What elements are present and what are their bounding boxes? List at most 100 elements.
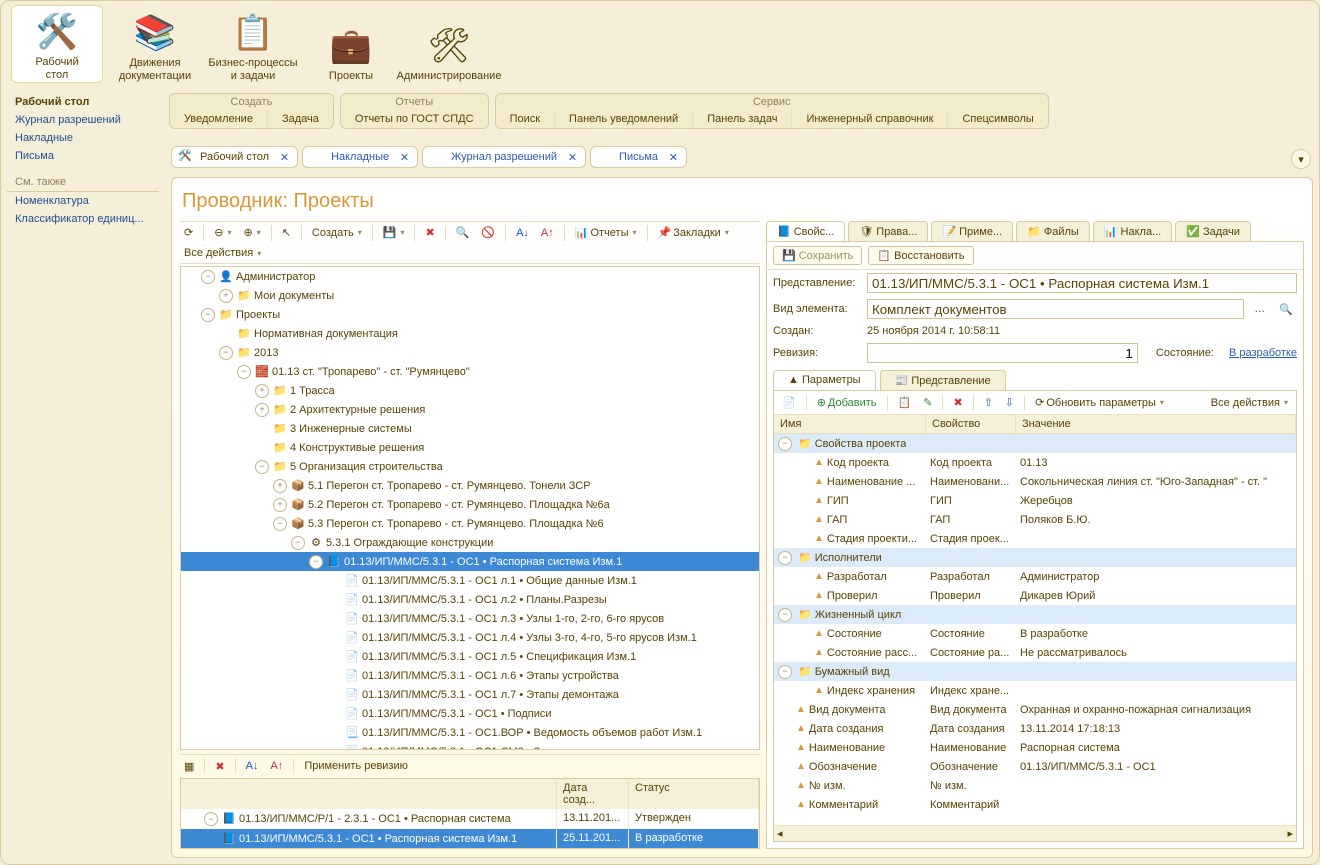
- expand-toggle[interactable]: +: [255, 384, 269, 398]
- expand-toggle[interactable]: +: [273, 498, 287, 512]
- rev-input[interactable]: [867, 343, 1138, 363]
- tabs-dropdown[interactable]: ▾: [1291, 149, 1311, 169]
- param-row[interactable]: −📁 Свойства проекта: [774, 434, 1296, 453]
- tree-node[interactable]: −📘01.13/ИП/ММС/5.3.1 - ОС1 • Распорная с…: [181, 552, 759, 571]
- param-copy-icon[interactable]: 📋: [894, 394, 916, 411]
- sort-asc-icon[interactable]: A↓: [512, 225, 533, 241]
- sidebar-item[interactable]: Номенклатура: [7, 192, 159, 210]
- repr-input[interactable]: [867, 273, 1297, 293]
- param-row[interactable]: ▲ПроверилПроверилДикарев Юрий: [774, 586, 1296, 605]
- tree-node[interactable]: 📁4 Конструктивые решения: [181, 438, 759, 457]
- prop-tab[interactable]: 📝Приме...: [931, 221, 1013, 241]
- prop-tab[interactable]: 🛡Права...: [848, 221, 928, 241]
- param-col-name[interactable]: Имя: [774, 415, 926, 433]
- tree-node[interactable]: −⚙5.3.1 Ограждающие конструкции: [181, 533, 759, 552]
- rev-col-date[interactable]: Дата созд...: [557, 779, 629, 809]
- param-up-icon[interactable]: ⇧: [980, 394, 997, 411]
- prop-tab[interactable]: 📊Накла...: [1093, 221, 1172, 241]
- param-row[interactable]: ▲СостояниеСостояниеВ разработке: [774, 624, 1296, 643]
- close-icon[interactable]: ✕: [669, 151, 678, 164]
- param-new-icon[interactable]: 📄: [778, 394, 800, 411]
- expand-toggle[interactable]: −: [273, 517, 287, 531]
- close-icon[interactable]: ✕: [280, 151, 289, 164]
- collapse-button[interactable]: ⊖: [210, 224, 235, 241]
- doc-tab[interactable]: Накладные✕: [302, 146, 418, 168]
- scroll-right[interactable]: ▸: [1287, 827, 1293, 840]
- rev-sort-desc[interactable]: A↑: [266, 758, 287, 774]
- tree-node[interactable]: 📃01.13/ИП/ММС/5.3.1 - ОС1.ВОР • Ведомост…: [181, 723, 759, 742]
- tree-node[interactable]: 📄01.13/ИП/ММС/5.3.1 - ОС1 л.5 • Специфик…: [181, 647, 759, 666]
- tree-node[interactable]: 📄01.13/ИП/ММС/5.3.1 - ОС1 л.3 • Узлы 1-г…: [181, 609, 759, 628]
- clear-search-icon[interactable]: 🚫: [477, 224, 499, 241]
- create-button[interactable]: Создать: [308, 225, 366, 241]
- rev-row[interactable]: −📘01.13/ИП/ММС/Р/1 - 2.3.1 - ОС1 • Распо…: [181, 809, 759, 830]
- search-icon[interactable]: 🔍: [452, 224, 474, 241]
- param-row[interactable]: ▲КомментарийКомментарий: [774, 795, 1296, 814]
- param-row[interactable]: ▲Дата созданияДата создания13.11.2014 17…: [774, 719, 1296, 738]
- sidebar-item[interactable]: Журнал разрешений: [7, 111, 159, 129]
- rev-sort-asc[interactable]: A↓: [242, 758, 263, 774]
- param-row[interactable]: −📁 Бумажный вид: [774, 662, 1296, 681]
- expand-toggle[interactable]: −: [255, 460, 269, 474]
- prop-tab[interactable]: ✅Задачи: [1175, 221, 1251, 241]
- close-icon[interactable]: ✕: [400, 151, 409, 164]
- param-row[interactable]: ▲Код проектаКод проекта01.13: [774, 453, 1296, 472]
- select-button[interactable]: ↖: [278, 224, 295, 241]
- param-row[interactable]: ▲Индекс храненияИндекс хране...: [774, 681, 1296, 700]
- expand-button[interactable]: ⊕: [239, 224, 264, 241]
- rev-row[interactable]: 📘01.13/ИП/ММС/5.3.1 - ОС1 • Распорная си…: [181, 829, 759, 848]
- expand-toggle[interactable]: −: [309, 555, 323, 569]
- refresh-button[interactable]: ⟳: [180, 224, 197, 241]
- group-item[interactable]: Инженерный справочник: [792, 110, 948, 128]
- param-row[interactable]: −📁 Жизненный цикл: [774, 605, 1296, 624]
- tree-node[interactable]: 📁Нормативная документация: [181, 324, 759, 343]
- sidebar-item[interactable]: Накладные: [7, 129, 159, 147]
- expand-toggle[interactable]: −: [291, 536, 305, 550]
- group-item[interactable]: Поиск: [496, 110, 555, 128]
- rev-delete-icon[interactable]: ✖: [211, 758, 228, 775]
- param-row[interactable]: ▲Вид документаВид документаОхранная и ох…: [774, 700, 1296, 719]
- doc-tab[interactable]: Журнал разрешений✕: [422, 146, 586, 168]
- sidebar-item[interactable]: Письма: [7, 147, 159, 165]
- group-item[interactable]: Отчеты по ГОСТ СПДС: [341, 110, 488, 128]
- expand-toggle[interactable]: −: [201, 308, 215, 322]
- param-col-prop[interactable]: Свойство: [926, 415, 1016, 433]
- rev-col-name[interactable]: [181, 779, 557, 809]
- param-row[interactable]: ▲ОбозначениеОбозначение01.13/ИП/ММС/5.3.…: [774, 757, 1296, 776]
- expand-toggle[interactable]: −: [201, 270, 215, 284]
- delete-icon[interactable]: ✖: [421, 224, 438, 241]
- prop-tab[interactable]: 📁Файлы: [1016, 221, 1090, 241]
- param-row[interactable]: −📁 Исполнители: [774, 548, 1296, 567]
- param-row[interactable]: ▲Состояние расс...Состояние ра...Не расс…: [774, 643, 1296, 662]
- doc-tab[interactable]: Письма✕: [590, 146, 687, 168]
- tree-node[interactable]: −📁2013: [181, 343, 759, 362]
- param-row[interactable]: ▲№ изм.№ изм.: [774, 776, 1296, 795]
- kind-input[interactable]: [867, 299, 1244, 319]
- tree-node[interactable]: +📁2 Архитектурные решения: [181, 400, 759, 419]
- tree-node[interactable]: 📄01.13/ИП/ММС/5.3.1 - ОС1 л.2 • Планы.Ра…: [181, 590, 759, 609]
- param-row[interactable]: ▲Стадия проекти...Стадия проек...: [774, 529, 1296, 548]
- close-icon[interactable]: ✕: [568, 151, 577, 164]
- inner-tab-view[interactable]: 📰 Представление: [880, 370, 1006, 390]
- expand-toggle[interactable]: +: [255, 403, 269, 417]
- restore-button[interactable]: 📋 Восстановить: [868, 246, 973, 265]
- param-row[interactable]: ▲ГАПГАППоляков Б.Ю.: [774, 510, 1296, 529]
- state-link[interactable]: В разработке: [1229, 347, 1297, 359]
- param-refresh-button[interactable]: ⟳ Обновить параметры: [1031, 394, 1168, 411]
- top-button[interactable]: 🛠Администрирование: [403, 5, 495, 83]
- tree-node[interactable]: −🧱01.13 ст. "Тропарево" - ст. "Румянцево…: [181, 362, 759, 381]
- tree-node[interactable]: 📄01.13/ИП/ММС/5.3.1 - ОС1 • Подписи: [181, 704, 759, 723]
- rev-grid-icon[interactable]: ▦: [180, 758, 198, 775]
- param-row[interactable]: ▲Наименование ...Наименовани...Сокольнич…: [774, 472, 1296, 491]
- prop-tab[interactable]: 📘Свойс...: [766, 221, 845, 241]
- expand-toggle[interactable]: −: [237, 365, 251, 379]
- top-button[interactable]: 💼Проекты: [305, 5, 397, 83]
- kind-search[interactable]: 🔍: [1275, 301, 1297, 318]
- tree-node[interactable]: +📁1 Трасса: [181, 381, 759, 400]
- scroll-left[interactable]: ◂: [777, 827, 783, 840]
- top-button[interactable]: 📚Движениядокументации: [109, 5, 201, 83]
- param-row[interactable]: ▲РазработалРазработалАдминистратор: [774, 567, 1296, 586]
- save-icon[interactable]: 💾: [379, 224, 409, 241]
- apply-revision-button[interactable]: Применить ревизию: [300, 758, 412, 774]
- group-item[interactable]: Панель задач: [693, 110, 792, 128]
